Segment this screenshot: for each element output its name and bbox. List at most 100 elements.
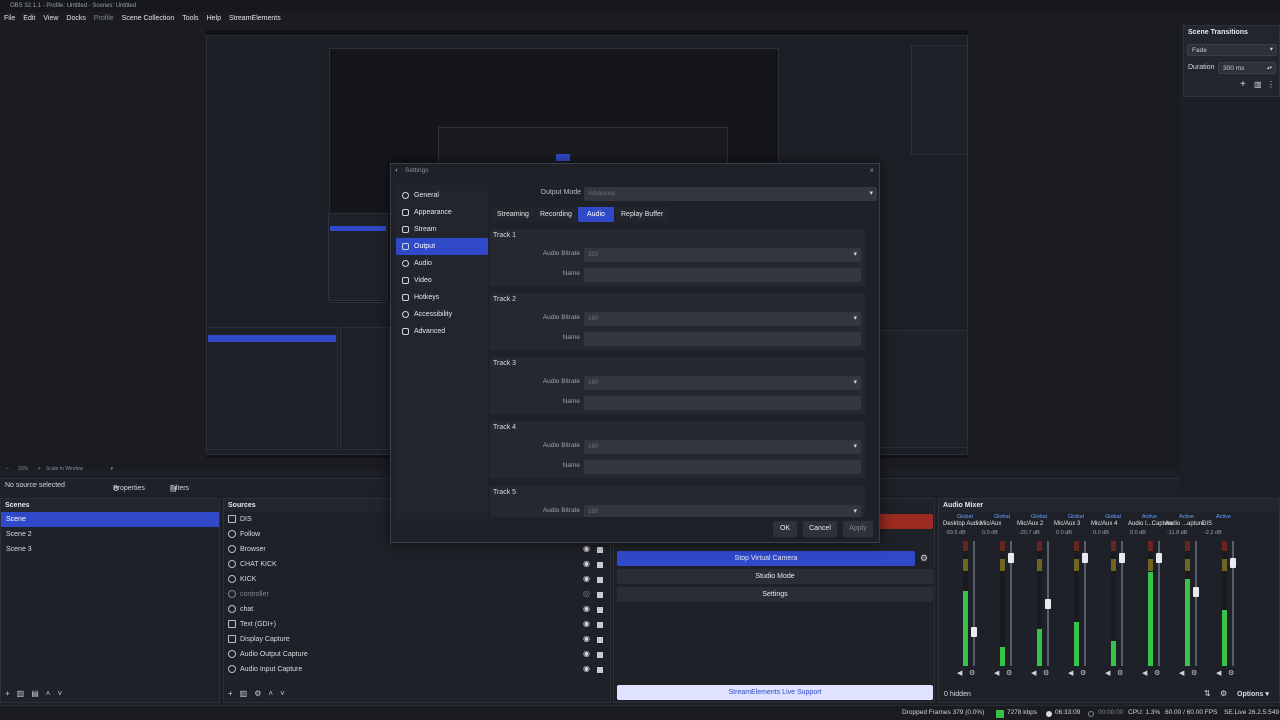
speaker-icon[interactable]: ◀ <box>1179 669 1184 677</box>
close-icon[interactable]: × <box>869 164 874 178</box>
gear-icon[interactable]: ⚙ <box>1220 689 1227 698</box>
eye-icon[interactable]: ◉ <box>583 559 590 568</box>
eye-icon[interactable]: ◉ <box>583 634 590 643</box>
cancel-button[interactable]: Cancel <box>803 521 837 537</box>
menu-streamelements[interactable]: StreamElements <box>225 12 285 25</box>
eye-icon[interactable]: ◉ <box>583 574 590 583</box>
tab-recording[interactable]: Recording <box>535 207 577 222</box>
move-up-icon[interactable]: ˄ <box>268 689 280 698</box>
source-item[interactable]: Audio Output Capture <box>224 647 610 662</box>
lock-icon[interactable] <box>597 652 603 658</box>
source-item[interactable]: Display Capture <box>224 632 610 647</box>
volume-fader-handle[interactable] <box>1156 552 1162 563</box>
source-item[interactable]: Text (GDI+) <box>224 617 610 632</box>
sort-icon[interactable]: ⇅ <box>1204 689 1211 698</box>
eye-icon[interactable]: ◉ <box>583 619 590 628</box>
speaker-icon[interactable]: ◀ <box>994 669 999 677</box>
track-1-name-input[interactable] <box>584 268 861 282</box>
output-mode-select[interactable]: Advanced <box>584 187 877 201</box>
transition-select[interactable]: Fade ▾ <box>1187 44 1277 56</box>
track-4-bitrate-select[interactable]: 160 <box>584 440 861 454</box>
lock-icon[interactable] <box>597 622 603 628</box>
add-icon[interactable]: + <box>5 689 17 698</box>
source-item[interactable]: Browser <box>224 542 610 557</box>
add-icon[interactable]: + <box>228 689 240 698</box>
menu-profile[interactable]: Profile <box>90 12 118 25</box>
zoom-plus-icon[interactable]: + <box>38 466 41 472</box>
gear-icon[interactable]: ⚙ <box>254 689 268 698</box>
speaker-icon[interactable]: ◀ <box>1068 669 1073 677</box>
lock-icon[interactable] <box>597 562 603 568</box>
speaker-icon[interactable]: ◀ <box>1216 669 1221 677</box>
gear-icon[interactable]: ⚙ <box>920 553 928 564</box>
speaker-icon[interactable]: ◀ <box>1142 669 1147 677</box>
volume-fader-handle[interactable] <box>1193 587 1199 597</box>
gear-icon[interactable]: ⚙ <box>1117 669 1123 677</box>
track-1-bitrate-select[interactable]: 320 <box>584 248 861 262</box>
eye-hidden-icon[interactable]: ◎ <box>583 589 590 598</box>
channel-name[interactable]: Desktop Audio <box>943 521 982 527</box>
track-3-name-input[interactable] <box>584 396 861 410</box>
eye-icon[interactable]: ◉ <box>583 649 590 658</box>
channel-name[interactable]: Mic/Aux 3 <box>1054 521 1080 527</box>
volume-fader-handle[interactable] <box>1008 552 1014 563</box>
speaker-icon[interactable]: ◀ <box>957 669 962 677</box>
channel-name[interactable]: Mic/Aux <box>980 521 1001 527</box>
gear-icon[interactable]: ⚙ <box>1228 669 1234 677</box>
source-item[interactable]: Audio Input Capture <box>224 662 610 677</box>
eye-icon[interactable]: ◉ <box>583 544 590 553</box>
track-2-name-input[interactable] <box>584 332 861 346</box>
speaker-icon[interactable]: ◀ <box>1031 669 1036 677</box>
trash-icon[interactable]: ▥ <box>240 689 255 698</box>
spin-icon[interactable]: ▴▾ <box>1267 63 1272 73</box>
scene-item[interactable]: Scene 2 <box>1 527 219 542</box>
duration-input[interactable]: 300 ms ▴▾ <box>1218 62 1276 74</box>
menu-tools[interactable]: Tools <box>178 12 202 25</box>
trash-icon[interactable]: ▥ <box>17 689 32 698</box>
settings-button[interactable]: Settings <box>617 587 933 602</box>
menu-help[interactable]: Help <box>203 12 225 25</box>
apply-button[interactable]: Apply <box>843 521 873 537</box>
volume-fader-handle[interactable] <box>971 627 977 638</box>
zoom-mode[interactable]: Scale to Window <box>46 466 83 472</box>
track-2-bitrate-select[interactable]: 160 <box>584 312 861 326</box>
move-down-icon[interactable]: ˅ <box>57 689 69 698</box>
lock-icon[interactable] <box>597 547 603 553</box>
se-live-support-button[interactable]: StreamElements Live Support <box>617 685 933 700</box>
source-item[interactable]: controller <box>224 587 610 602</box>
move-up-icon[interactable]: ˄ <box>46 689 58 698</box>
source-item[interactable]: CHAT KICK <box>224 557 610 572</box>
tab-streaming[interactable]: Streaming <box>492 207 534 222</box>
volume-fader-track[interactable] <box>1195 541 1197 666</box>
add-icon[interactable]: + <box>1240 79 1246 90</box>
volume-fader-track[interactable] <box>973 541 975 666</box>
track-5-bitrate-select[interactable]: 160 <box>584 505 861 517</box>
channel-name[interactable]: Mic/Aux 4 <box>1091 521 1117 527</box>
options-button[interactable]: Options ▾ <box>1237 690 1269 698</box>
gear-icon[interactable]: ⚙ <box>1154 669 1160 677</box>
zoom-minus-icon[interactable]: – <box>6 466 9 472</box>
chevron-down-icon[interactable]: ▾ <box>111 466 114 472</box>
trash-icon[interactable]: ▥ <box>1254 80 1262 89</box>
lock-icon[interactable] <box>597 607 603 613</box>
nav-appearance[interactable]: Appearance <box>396 204 488 221</box>
eye-icon[interactable]: ◉ <box>583 664 590 673</box>
gear-icon[interactable]: ⚙ <box>1191 669 1197 677</box>
tab-audio[interactable]: Audio <box>578 207 614 222</box>
lock-icon[interactable] <box>597 667 603 673</box>
scene-item[interactable]: Scene <box>1 512 219 527</box>
menu-docks[interactable]: Docks <box>62 12 89 25</box>
scene-item[interactable]: Scene 3 <box>1 542 219 557</box>
gear-icon[interactable]: ⚙ <box>1080 669 1086 677</box>
move-down-icon[interactable]: ˅ <box>280 689 292 698</box>
gear-icon[interactable]: ⚙ <box>969 669 975 677</box>
menu-edit[interactable]: Edit <box>19 12 39 25</box>
stop-virtual-camera-button[interactable]: Stop Virtual Camera <box>617 551 915 566</box>
lock-icon[interactable] <box>597 637 603 643</box>
lock-icon[interactable] <box>597 577 603 583</box>
gear-icon[interactable]: ⚙ <box>1043 669 1049 677</box>
volume-fader-handle[interactable] <box>1082 552 1088 563</box>
filter-icon[interactable]: ▤ <box>31 689 46 698</box>
tab-replay-buffer[interactable]: Replay Buffer <box>616 207 669 222</box>
volume-fader-handle[interactable] <box>1119 552 1125 563</box>
